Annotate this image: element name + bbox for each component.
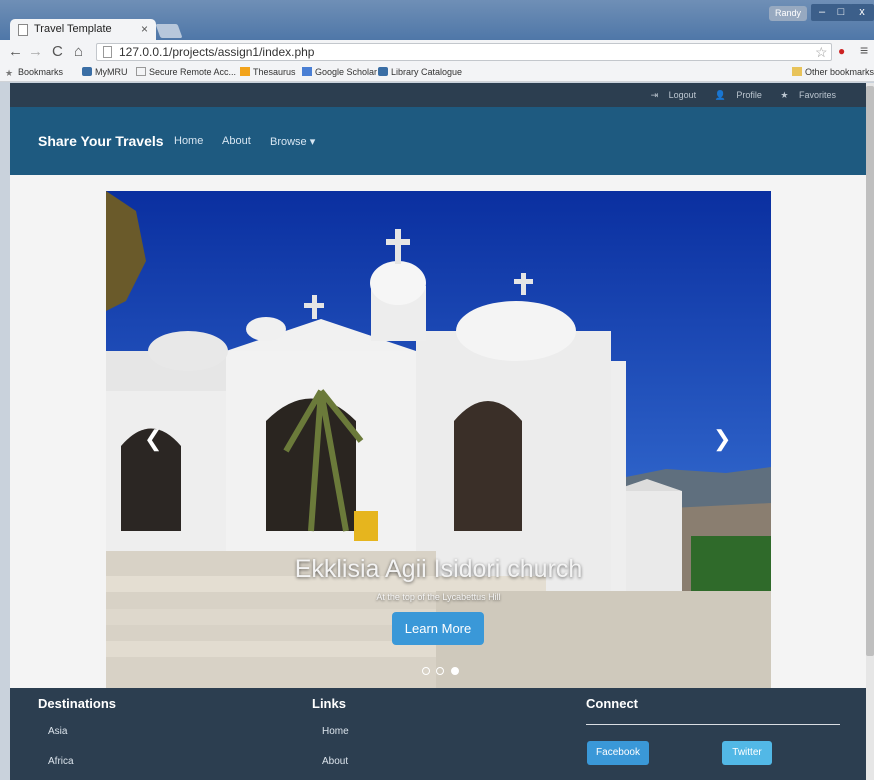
destinations-heading: Destinations <box>38 696 117 711</box>
utility-bar: ⇥ Logout 👤 Profile ★ Favorites <box>10 83 866 107</box>
forward-arrow-icon[interactable]: → <box>28 43 43 60</box>
scrollbar-thumb[interactable] <box>866 86 874 656</box>
browser-toolbar: ← → C ⌂ 127.0.0.1/projects/assign1/index… <box>0 40 874 64</box>
bookmark-library-catalogue[interactable]: Library Catalogue <box>378 67 462 77</box>
bookmark-mymru[interactable]: MyMRU <box>82 67 128 77</box>
web-page: ⇥ Logout 👤 Profile ★ Favorites Share You… <box>10 83 866 780</box>
logout-icon: ⇥ <box>650 90 661 100</box>
extension-icon[interactable]: ● <box>838 44 845 58</box>
browser-title-bar: Travel Template × Randy – □ x <box>0 0 874 40</box>
footer-link-home[interactable]: Home <box>322 726 349 737</box>
chevron-right-icon[interactable]: ❯ <box>713 426 731 452</box>
bookmarks-bar: ★ Bookmarks MyMRU Secure Remote Acc... Th… <box>0 64 874 82</box>
carousel-indicator[interactable] <box>436 667 445 675</box>
back-arrow-icon[interactable]: ← <box>8 43 23 60</box>
divider <box>586 724 840 725</box>
caret-down-icon: ▾ <box>306 136 316 148</box>
folder-icon <box>792 67 802 76</box>
home-icon[interactable]: ⌂ <box>74 43 83 60</box>
other-bookmarks[interactable]: Other bookmarks <box>792 67 874 77</box>
bookmarks-label[interactable]: ★ Bookmarks <box>5 67 63 78</box>
scholar-icon <box>302 67 312 76</box>
site-footer: Destinations Asia Africa Links Home Abou… <box>10 688 866 780</box>
carousel-indicator-active[interactable] <box>450 667 459 675</box>
nav-about[interactable]: About <box>222 135 251 147</box>
bookmark-thesaurus[interactable]: Thesaurus <box>240 67 296 77</box>
profile-link[interactable]: 👤 Profile <box>707 90 762 100</box>
links-heading: Links <box>312 696 346 711</box>
mru-icon <box>378 67 388 76</box>
maximize-button[interactable]: □ <box>830 4 852 21</box>
bookmark-star-icon[interactable]: ☆ <box>815 44 828 61</box>
close-tab-icon[interactable]: × <box>141 22 148 36</box>
logout-link[interactable]: ⇥ Logout <box>643 90 697 100</box>
carousel-indicator[interactable] <box>422 667 430 675</box>
site-brand[interactable]: Share Your Travels <box>38 133 164 149</box>
star-icon: ★ <box>780 90 791 100</box>
thesaurus-icon <box>240 67 250 76</box>
star-icon: ★ <box>5 68 14 78</box>
page-icon <box>136 67 146 76</box>
nav-home[interactable]: Home <box>174 135 203 147</box>
page-icon <box>18 24 28 36</box>
user-icon: 👤 <box>714 90 729 100</box>
chevron-left-icon[interactable]: ❮ <box>144 426 162 452</box>
slide-caption-title: Ekklisia Agii Isidori church <box>294 555 583 583</box>
page-icon <box>103 46 112 58</box>
twitter-button[interactable]: Twitter <box>722 741 772 765</box>
url-text: 127.0.0.1/projects/assign1/index.php <box>119 45 315 59</box>
bookmark-google-scholar[interactable]: Google Scholar <box>302 67 377 77</box>
close-window-button[interactable]: x <box>850 4 874 21</box>
reload-icon[interactable]: C <box>52 43 63 60</box>
address-bar[interactable]: 127.0.0.1/projects/assign1/index.php <box>96 43 832 61</box>
destination-link-asia[interactable]: Asia <box>48 726 67 737</box>
learn-more-button[interactable]: Learn More <box>392 612 484 645</box>
hero-carousel: ❮ ❯ Ekklisia Agii Isidori church At the … <box>106 191 771 689</box>
profile-chip[interactable]: Randy <box>769 6 807 21</box>
nav-browse-dropdown[interactable]: Browse ▾ <box>270 135 315 148</box>
favorites-link[interactable]: ★ Favorites <box>772 90 836 100</box>
destination-link-africa[interactable]: Africa <box>48 756 74 767</box>
main-navbar: Share Your Travels Home About Browse ▾ <box>10 107 866 175</box>
menu-icon[interactable]: ≡ <box>860 42 868 58</box>
new-tab-button[interactable] <box>155 24 183 38</box>
carousel-indicators <box>422 662 461 680</box>
slide-caption-subtitle: At the top of the Lycabettus Hill <box>376 592 501 602</box>
facebook-button[interactable]: Facebook <box>587 741 649 765</box>
bookmark-secure-remote[interactable]: Secure Remote Acc... <box>136 67 236 77</box>
tab-title: Travel Template <box>34 23 112 35</box>
footer-link-about[interactable]: About <box>322 756 348 767</box>
connect-heading: Connect <box>586 696 638 711</box>
mru-icon <box>82 67 92 76</box>
browser-tab[interactable]: Travel Template × <box>10 19 156 40</box>
account-links: ⇥ Logout 👤 Profile ★ Favorites <box>635 90 836 101</box>
